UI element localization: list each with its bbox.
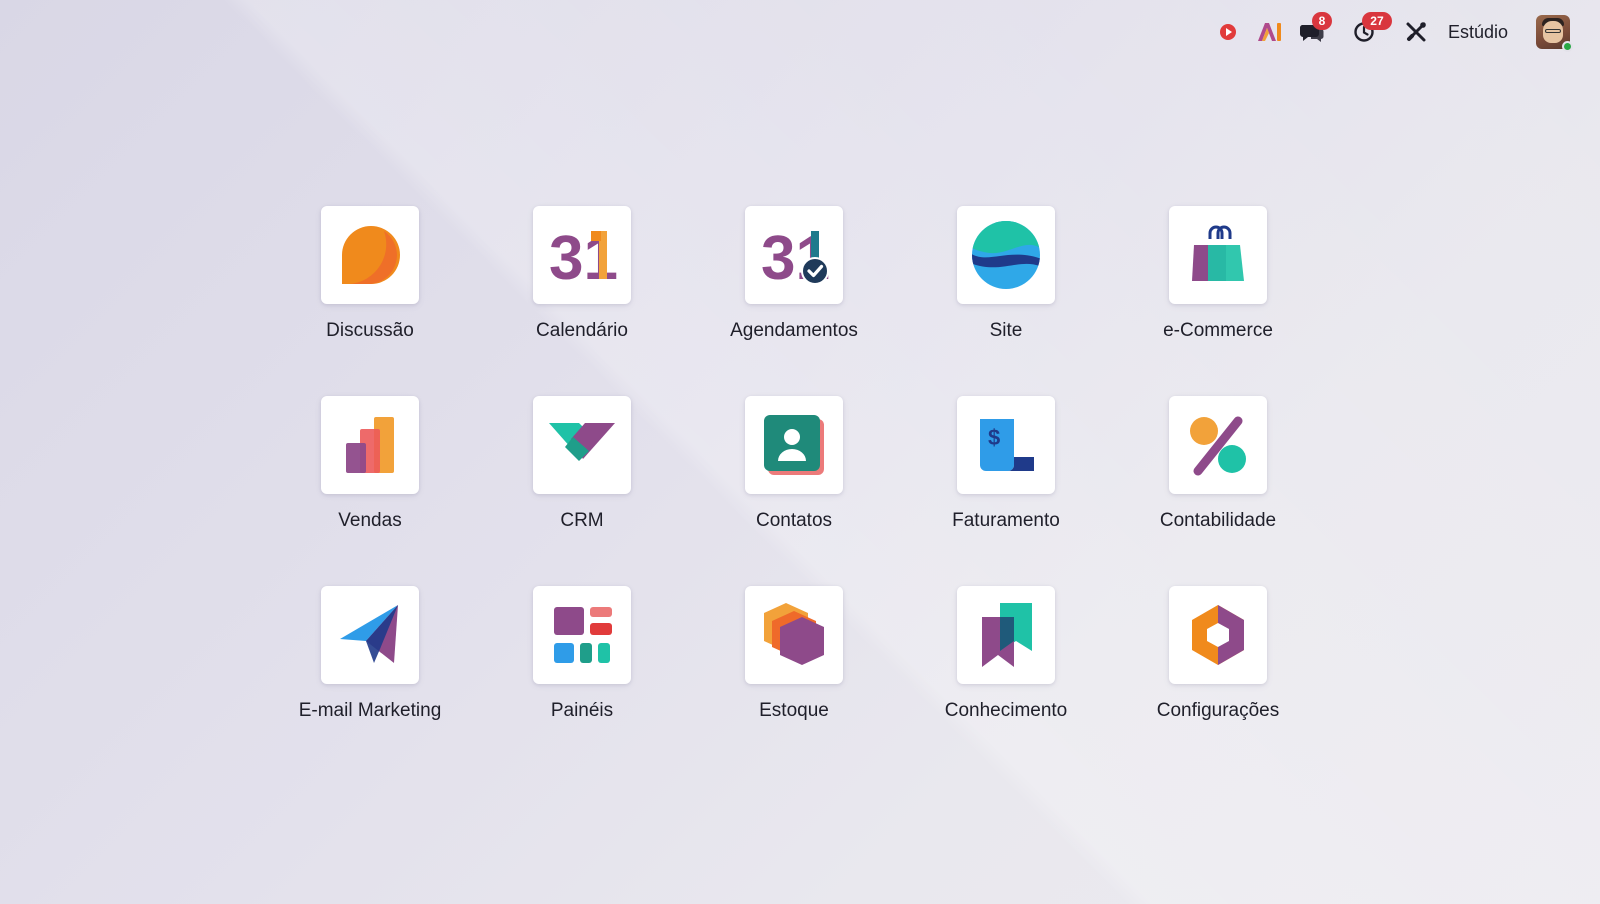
ai-icon (1256, 18, 1284, 46)
inventory-icon (745, 586, 843, 684)
user-menu-button[interactable] (1536, 15, 1573, 52)
app-label: Conhecimento (944, 700, 1068, 721)
app-grid: Discussão 31 Calendário 31 Agendamentos (264, 206, 1324, 776)
activities-button[interactable]: 27 (1350, 12, 1392, 46)
appointments-icon: 31 (745, 206, 843, 304)
app-dashboards[interactable]: Painéis (476, 586, 688, 776)
knowledge-icon (957, 586, 1055, 684)
ai-button[interactable] (1256, 18, 1284, 46)
app-label: Calendário (536, 320, 628, 341)
app-invoicing[interactable]: $ Faturamento (900, 396, 1112, 586)
record-icon (1214, 18, 1242, 46)
app-website[interactable]: Site (900, 206, 1112, 396)
sales-icon (321, 396, 419, 494)
app-label: Configurações (1156, 700, 1280, 721)
app-label: Contatos (755, 510, 833, 531)
invoicing-icon: $ (957, 396, 1055, 494)
crm-icon (533, 396, 631, 494)
activities-count-badge: 27 (1361, 12, 1392, 30)
messages-button[interactable]: 8 (1298, 12, 1332, 46)
systray: 8 27 Estúdio (1214, 12, 1573, 52)
app-label: E-mail Marketing (298, 700, 442, 721)
avatar (1536, 15, 1573, 52)
discuss-icon (321, 206, 419, 304)
app-label: Faturamento (952, 510, 1060, 531)
app-label: Contabilidade (1159, 510, 1277, 531)
contacts-icon (745, 396, 843, 494)
app-settings[interactable]: Configurações (1112, 586, 1324, 776)
app-label: Painéis (550, 700, 614, 721)
studio-tools-icon (1402, 18, 1430, 46)
app-label: Site (989, 320, 1023, 341)
app-contacts[interactable]: Contatos (688, 396, 900, 586)
app-appointments[interactable]: 31 Agendamentos (688, 206, 900, 396)
app-calendar[interactable]: 31 Calendário (476, 206, 688, 396)
app-label: Agendamentos (730, 320, 858, 341)
app-label: Vendas (338, 510, 402, 531)
settings-icon (1169, 586, 1267, 684)
dashboards-icon (533, 586, 631, 684)
record-button[interactable] (1214, 18, 1242, 46)
app-inventory[interactable]: Estoque (688, 586, 900, 776)
app-label: Estoque (759, 700, 829, 721)
app-crm[interactable]: CRM (476, 396, 688, 586)
app-sales[interactable]: Vendas (264, 396, 476, 586)
app-discuss[interactable]: Discussão (264, 206, 476, 396)
studio-tools-button[interactable] (1402, 18, 1430, 46)
app-label: CRM (560, 510, 604, 531)
messages-count-badge: 8 (1311, 12, 1332, 30)
online-status-dot (1562, 41, 1573, 52)
app-knowledge[interactable]: Conhecimento (900, 586, 1112, 776)
calendar-icon: 31 (533, 206, 631, 304)
app-email-marketing[interactable]: E-mail Marketing (264, 586, 476, 776)
website-icon (957, 206, 1055, 304)
accounting-icon (1169, 396, 1267, 494)
app-ecommerce[interactable]: e-Commerce (1112, 206, 1324, 396)
studio-label: Estúdio (1447, 21, 1508, 42)
ecommerce-icon (1169, 206, 1267, 304)
studio-button[interactable]: Estúdio (1444, 22, 1512, 43)
app-accounting[interactable]: Contabilidade (1112, 396, 1324, 586)
email-marketing-icon (321, 586, 419, 684)
dollar-symbol: $ (988, 425, 1000, 450)
app-label: e-Commerce (1163, 320, 1273, 341)
app-label: Discussão (326, 320, 414, 341)
